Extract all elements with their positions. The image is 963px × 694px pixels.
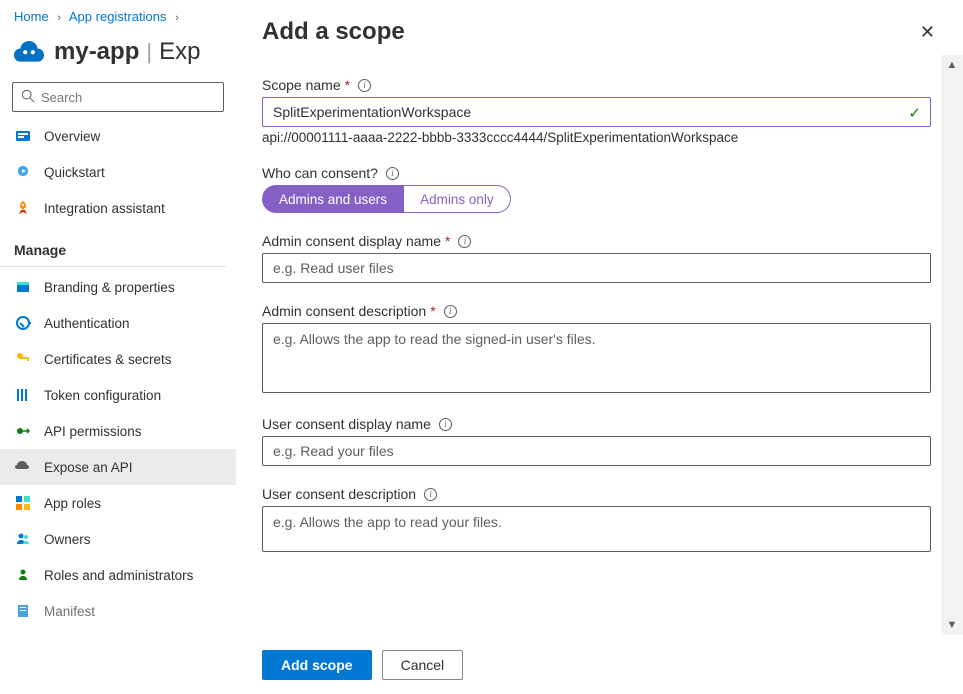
nav-owners[interactable]: Owners [0,521,236,557]
required-marker: * [430,303,435,319]
panel-title: Add a scope [262,18,405,46]
page-title-app: my-app [54,38,139,66]
nav-label: Integration assistant [44,201,165,216]
required-marker: * [445,233,450,249]
expose-api-icon [14,458,32,476]
nav-label: API permissions [44,424,142,439]
overview-icon [14,127,32,145]
sidebar-nav: Overview Quickstart Integration assistan… [0,118,236,629]
nav-expose-api[interactable]: Expose an API [0,449,236,485]
page-header: my-app | Exp [0,24,236,80]
key-icon [14,350,32,368]
nav-label: Quickstart [44,165,105,180]
nav-label: Authentication [44,316,130,331]
nav-authentication[interactable]: Authentication [0,305,236,341]
add-scope-button[interactable]: Add scope [262,650,372,680]
nav-branding[interactable]: Branding & properties [0,269,236,305]
quickstart-icon [14,163,32,181]
user-display-label: User consent display name i [262,416,931,432]
nav-integration-assistant[interactable]: Integration assistant [0,190,236,226]
app-roles-icon [14,494,32,512]
roles-admin-icon [14,566,32,584]
rocket-icon [14,199,32,217]
scroll-up-icon[interactable]: ▲ [947,55,958,75]
consent-label: Who can consent? i [262,165,931,181]
user-consent-description-input[interactable] [262,506,931,552]
user-desc-label: User consent description i [262,486,931,502]
info-icon[interactable]: i [424,488,437,501]
nav-label: Overview [44,129,100,144]
manifest-icon [14,602,32,620]
admin-desc-label: Admin consent description* i [262,303,931,319]
page-title-section: Exp [159,38,200,66]
nav-label: Token configuration [44,388,161,403]
nav-label: Certificates & secrets [44,352,172,367]
admin-consent-display-name-input[interactable] [262,253,931,283]
required-marker: * [345,77,350,93]
check-icon: ✓ [908,104,921,122]
nav-token-configuration[interactable]: Token configuration [0,377,236,413]
nav-header-manage: Manage [0,226,226,267]
branding-icon [14,278,32,296]
authentication-icon [14,314,32,332]
search-input[interactable] [41,90,217,105]
scrollbar[interactable]: ▲ ▼ [941,55,963,635]
nav-label: App roles [44,496,101,511]
nav-certificates-secrets[interactable]: Certificates & secrets [0,341,236,377]
chevron-right-icon: › [57,12,61,24]
cancel-button[interactable]: Cancel [382,650,464,680]
sidebar-search[interactable] [12,82,224,112]
title-separator: | [146,39,152,65]
admin-consent-description-input[interactable] [262,323,931,393]
user-consent-display-name-input[interactable] [262,436,931,466]
info-icon[interactable]: i [439,418,452,431]
app-cloud-icon [14,41,44,63]
add-scope-panel: Add a scope ✕ Scope name* i ✓ api://0000… [236,0,963,694]
chevron-right-icon: › [175,12,179,24]
scope-uri-text: api://00001111-aaaa-2222-bbbb-3333cccc44… [262,130,931,145]
nav-manifest[interactable]: Manifest [0,593,236,629]
info-icon[interactable]: i [358,79,371,92]
breadcrumb: Home › App registrations › [0,0,236,24]
nav-app-roles[interactable]: App roles [0,485,236,521]
nav-label: Manifest [44,604,95,619]
close-icon[interactable]: ✕ [916,18,939,47]
nav-label: Owners [44,532,91,547]
nav-api-permissions[interactable]: API permissions [0,413,236,449]
scope-name-input[interactable] [262,97,931,127]
info-icon[interactable]: i [386,167,399,180]
info-icon[interactable]: i [444,305,457,318]
consent-admins-only[interactable]: Admins only [404,185,511,213]
search-icon [21,89,35,106]
owners-icon [14,530,32,548]
nav-quickstart[interactable]: Quickstart [0,154,236,190]
breadcrumb-home[interactable]: Home [14,9,49,24]
consent-admins-users[interactable]: Admins and users [262,185,404,213]
scroll-down-icon[interactable]: ▼ [947,615,958,635]
nav-label: Branding & properties [44,280,175,295]
nav-label: Roles and administrators [44,568,193,583]
token-icon [14,386,32,404]
nav-roles-administrators[interactable]: Roles and administrators [0,557,236,593]
breadcrumb-app-registrations[interactable]: App registrations [69,9,167,24]
nav-label: Expose an API [44,460,133,475]
permissions-icon [14,422,32,440]
scope-name-label: Scope name* i [262,77,931,93]
info-icon[interactable]: i [458,235,471,248]
nav-overview[interactable]: Overview [0,118,236,154]
consent-toggle: Admins and users Admins only [262,185,511,213]
admin-display-label: Admin consent display name* i [262,233,931,249]
